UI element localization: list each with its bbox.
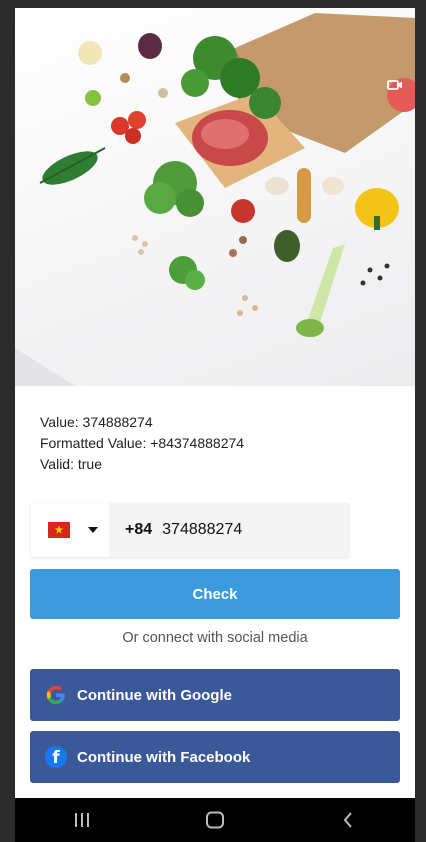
back-button[interactable]	[328, 805, 368, 835]
vietnam-flag-icon	[48, 522, 70, 538]
chevron-down-icon	[88, 527, 98, 533]
hero-image	[15, 8, 415, 386]
back-icon	[343, 812, 353, 828]
google-icon	[44, 683, 68, 707]
app-screen: Value: 374888274 Formatted Value: +84374…	[15, 8, 415, 798]
dial-code: +84	[125, 521, 153, 538]
recent-apps-icon	[74, 813, 89, 827]
phone-input: +84 374888274	[31, 503, 349, 557]
phone-number-field[interactable]: 374888274	[162, 521, 242, 539]
screen-record-button[interactable]	[387, 78, 415, 112]
facebook-login-button[interactable]: f Continue with Facebook	[30, 731, 400, 783]
home-icon	[205, 811, 224, 829]
validation-info: Value: 374888274 Formatted Value: +84374…	[40, 412, 244, 475]
value-text: Value: 374888274	[40, 414, 153, 430]
country-picker[interactable]	[31, 503, 109, 557]
check-button[interactable]: Check	[30, 569, 400, 619]
recent-apps-button[interactable]	[62, 805, 102, 835]
video-camera-icon	[387, 80, 402, 90]
valid-text: Valid: true	[40, 456, 102, 472]
social-divider-text: Or connect with social media	[122, 630, 308, 646]
formatted-value-text: Formatted Value: +84374888274	[40, 435, 245, 451]
google-login-button[interactable]: Continue with Google	[30, 669, 400, 721]
home-button[interactable]	[195, 805, 235, 835]
facebook-button-label: Continue with Facebook	[77, 748, 251, 766]
facebook-icon: f	[44, 745, 68, 769]
google-button-label: Continue with Google	[77, 686, 232, 704]
android-nav-bar	[15, 798, 415, 842]
